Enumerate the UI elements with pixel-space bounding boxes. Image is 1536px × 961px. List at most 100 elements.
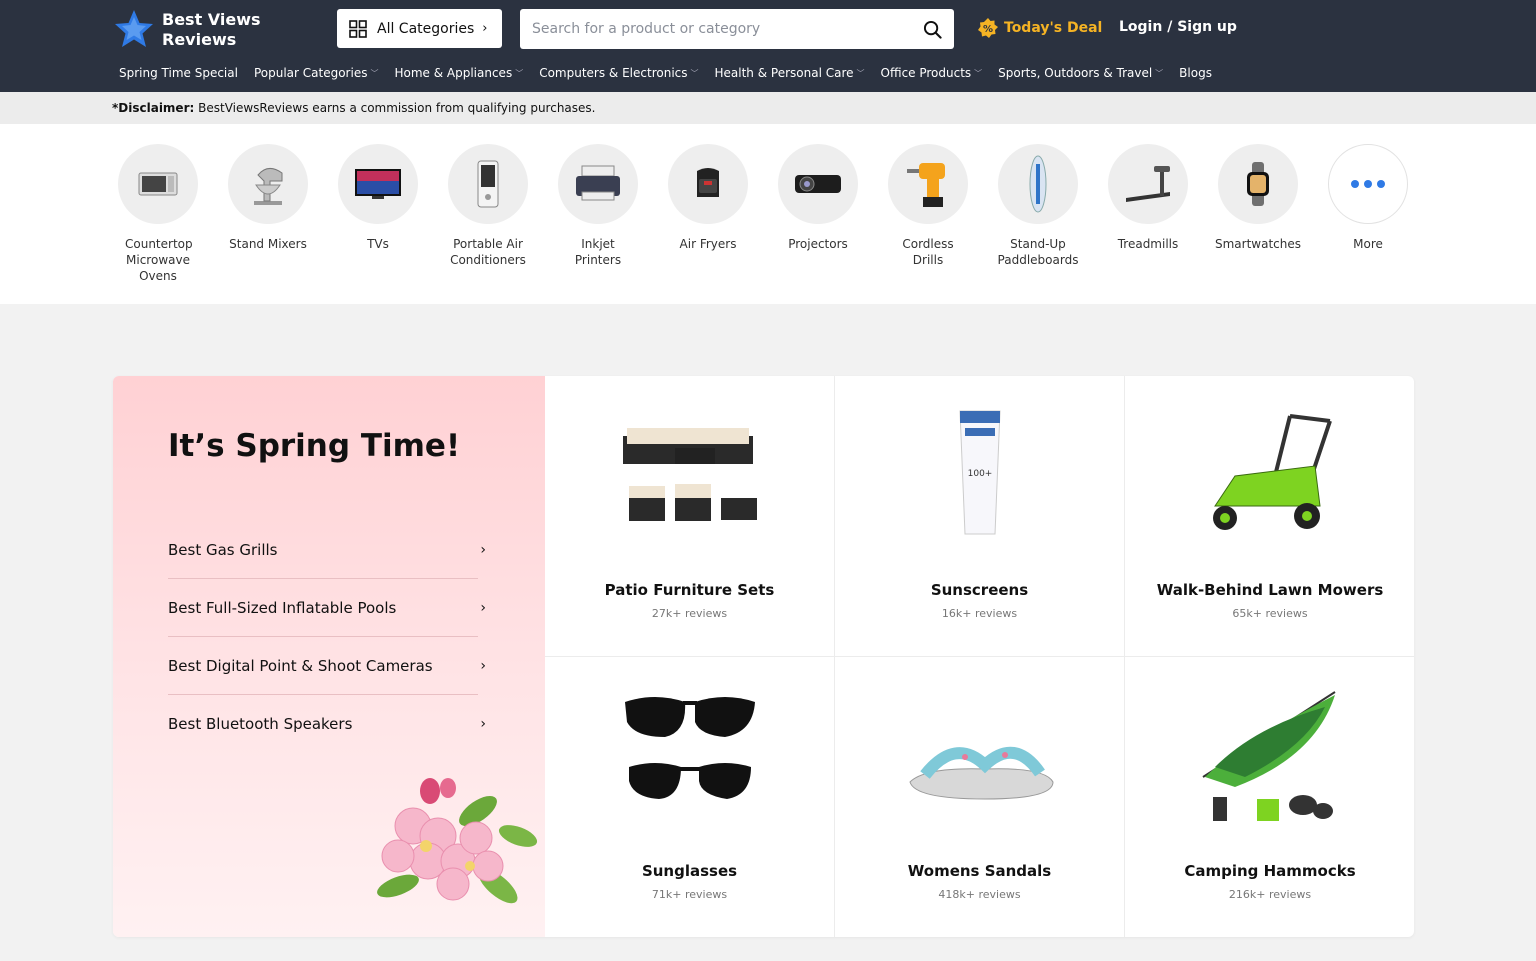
spring-title: It’s Spring Time!	[168, 428, 461, 464]
todays-deal-link[interactable]: % Today's Deal	[978, 18, 1102, 38]
drill-icon	[888, 144, 968, 224]
product-card[interactable]: Womens Sandals 418k+ reviews	[835, 657, 1125, 937]
category-label: Inkjet Printers	[574, 237, 622, 267]
nav-item-0[interactable]: Spring Time Special	[119, 66, 238, 80]
nav-item-3[interactable]: Computers & Electronics ﹀	[539, 66, 698, 80]
nav-item-label: Computers & Electronics	[539, 66, 688, 80]
search-icon[interactable]	[923, 20, 942, 39]
category-item[interactable]: Air Fryers	[658, 144, 758, 252]
logo-line-2: Reviews	[162, 30, 237, 49]
category-label: Treadmills	[1117, 237, 1179, 251]
product-card[interactable]: Patio Furniture Sets 27k+ reviews	[545, 376, 835, 657]
category-item[interactable]: More	[1318, 144, 1418, 252]
nav-item-label: Office Products	[880, 66, 972, 80]
deal-badge-icon: %	[978, 18, 998, 38]
category-item[interactable]: Treadmills	[1098, 144, 1198, 252]
logo-line-1: Best Views	[162, 10, 261, 29]
chevron-right-icon: ›	[480, 541, 486, 558]
product-card[interactable]: Walk-Behind Lawn Mowers 65k+ reviews	[1125, 376, 1414, 657]
category-item[interactable]: TVs	[328, 144, 428, 252]
product-card[interactable]: Sunglasses 71k+ reviews	[545, 657, 835, 937]
spring-link[interactable]: Best Bluetooth Speakers ›	[168, 695, 486, 753]
main-nav: Spring Time Special Popular Categories ﹀ Ho…	[119, 66, 1228, 80]
spring-link-label: Best Digital Point & Shoot Cameras	[168, 656, 433, 675]
tv-icon	[338, 144, 418, 224]
category-label: Portable Air Conditioners	[450, 237, 526, 267]
product-title: Patio Furniture Sets	[604, 581, 775, 599]
category-item[interactable]: Inkjet Printers	[548, 144, 648, 268]
paddleboard-icon	[998, 144, 1078, 224]
svg-text:%: %	[983, 24, 993, 35]
product-grid: Patio Furniture Sets 27k+ reviews 100+ Suns…	[545, 376, 1414, 937]
microwave-icon	[118, 144, 198, 224]
spring-links: Best Gas Grills › Best Full-Sized Inflatab…	[168, 521, 486, 753]
spring-link-label: Best Full-Sized Inflatable Pools	[168, 598, 397, 617]
spring-link[interactable]: Best Digital Point & Shoot Cameras ›	[168, 637, 486, 695]
nav-item-4[interactable]: Health & Personal Care ﹀	[715, 66, 865, 80]
product-title: Walk-Behind Lawn Mowers	[1156, 581, 1384, 599]
category-item[interactable]: Projectors	[768, 144, 868, 252]
spring-promo: It’s Spring Time! Best Gas Grills › Best F…	[113, 376, 545, 937]
spring-link[interactable]: Best Full-Sized Inflatable Pools ›	[168, 579, 486, 637]
printer-icon	[558, 144, 638, 224]
nav-item-1[interactable]: Popular Categories ﹀	[254, 66, 379, 80]
chevron-down-icon: ﹀	[690, 68, 699, 78]
chevron-down-icon: ﹀	[974, 68, 983, 78]
site-header: Best Views Reviews All Categories › % To…	[0, 0, 1536, 92]
category-label: Countertop Microwave Ovens	[125, 237, 193, 283]
smartwatch-icon	[1218, 144, 1298, 224]
spring-link-label: Best Gas Grills	[168, 540, 278, 559]
star-logo-icon	[115, 10, 153, 47]
disclaimer-text: BestViewsReviews earns a commission from…	[198, 101, 596, 115]
category-item[interactable]: Stand-Up Paddleboards	[988, 144, 1088, 268]
category-item[interactable]: Cordless Drills	[878, 144, 978, 268]
product-reviews: 16k+ reviews	[941, 607, 1018, 620]
spring-link[interactable]: Best Gas Grills ›	[168, 521, 486, 579]
air-fryer-icon	[668, 144, 748, 224]
projector-icon	[778, 144, 858, 224]
all-categories-label: All Categories	[377, 20, 475, 37]
chevron-down-icon: ﹀	[515, 68, 524, 78]
flower-image	[377, 778, 538, 904]
category-item[interactable]: Smartwatches	[1208, 144, 1308, 252]
stand-mixer-icon	[228, 144, 308, 224]
product-reviews: 418k+ reviews	[938, 888, 1021, 901]
product-card[interactable]: 100+ Sunscreens 16k+ reviews	[835, 376, 1125, 657]
chevron-right-icon: ›	[480, 657, 486, 674]
more-dots-icon	[1328, 144, 1408, 224]
product-reviews: 71k+ reviews	[651, 888, 728, 901]
nav-item-7[interactable]: Blogs	[1179, 66, 1212, 80]
product-title: Camping Hammocks	[1184, 862, 1356, 880]
product-card[interactable]: Camping Hammocks 216k+ reviews	[1125, 657, 1414, 937]
search-box	[520, 9, 954, 49]
nav-item-2[interactable]: Home & Appliances ﹀	[394, 66, 523, 80]
product-reviews: 27k+ reviews	[651, 607, 728, 620]
disclaimer-label: *Disclaimer:	[112, 101, 195, 115]
category-item[interactable]: Stand Mixers	[218, 144, 318, 252]
product-reviews: 65k+ reviews	[1232, 607, 1308, 620]
nav-item-label: Sports, Outdoors & Travel	[998, 66, 1153, 80]
disclaimer-bar: *Disclaimer: BestViewsReviews earns a co…	[0, 92, 1536, 124]
category-label: Smartwatches	[1214, 237, 1301, 251]
category-strip: Countertop Microwave Ovens Stand Mixers TV…	[0, 124, 1536, 304]
login-signup-link[interactable]: Login / Sign up	[1119, 19, 1237, 35]
nav-item-5[interactable]: Office Products ﹀	[881, 66, 983, 80]
search-input[interactable]	[520, 9, 900, 49]
product-title: Sunscreens	[930, 581, 1029, 599]
product-image	[905, 687, 1055, 827]
category-label: Cordless Drills	[902, 237, 954, 267]
category-item[interactable]: Countertop Microwave Ovens	[108, 144, 208, 284]
site-logo[interactable]: Best Views Reviews	[112, 8, 261, 52]
nav-item-label: Blogs	[1179, 66, 1212, 80]
product-image	[1195, 687, 1345, 827]
nav-item-label: Spring Time Special	[119, 66, 238, 80]
nav-item-6[interactable]: Sports, Outdoors & Travel ﹀	[998, 66, 1163, 80]
category-item[interactable]: Portable Air Conditioners	[438, 144, 538, 268]
category-label: Air Fryers	[679, 237, 737, 251]
category-label: Stand-Up Paddleboards	[997, 237, 1079, 267]
all-categories-button[interactable]: All Categories ›	[337, 9, 502, 48]
spring-section: It’s Spring Time! Best Gas Grills › Best F…	[113, 376, 1414, 937]
air-conditioner-icon	[448, 144, 528, 224]
product-title: Womens Sandals	[907, 862, 1052, 880]
chevron-down-icon: ﹀	[856, 68, 865, 78]
